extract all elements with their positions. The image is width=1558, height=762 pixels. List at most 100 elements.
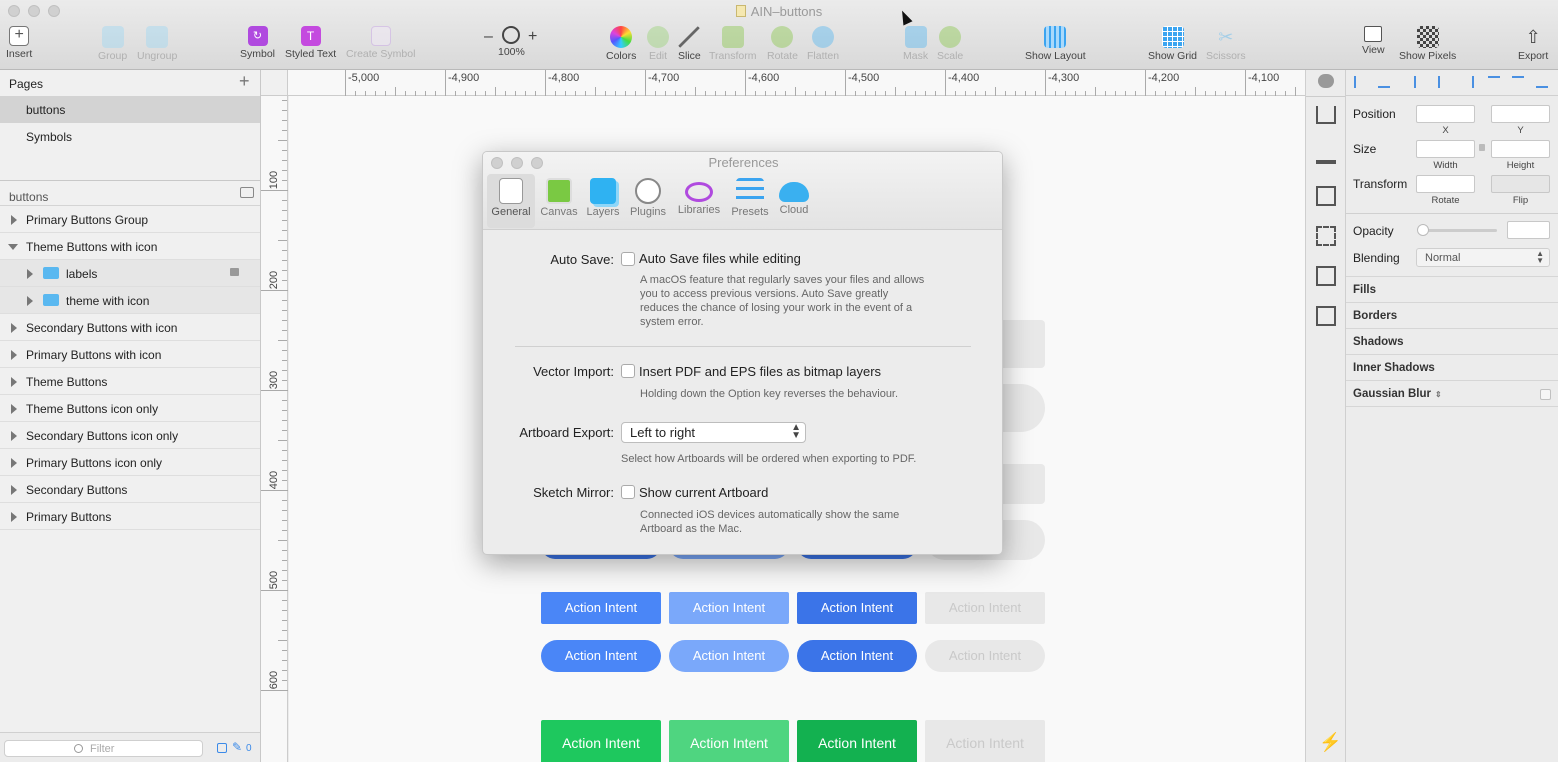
flatten-button[interactable]: Flatten xyxy=(807,26,839,62)
disclosure-triangle-open-icon[interactable] xyxy=(8,244,18,250)
layer-theme-with-icon[interactable]: theme with icon xyxy=(0,287,260,314)
width-input[interactable] xyxy=(1416,140,1475,158)
sketch-mirror-option[interactable]: Show current Artboard xyxy=(639,485,768,500)
add-image-icon[interactable] xyxy=(1316,306,1336,326)
align-left-edges-icon[interactable] xyxy=(1414,76,1426,88)
print-icon[interactable] xyxy=(1316,146,1336,164)
disclosure-triangle-icon[interactable] xyxy=(11,350,17,360)
action-intent-button-hover[interactable]: Action Intent xyxy=(669,592,789,624)
layer-secondary-buttons[interactable]: Secondary Buttons xyxy=(0,476,260,503)
show-grid-button[interactable]: Show Grid xyxy=(1148,26,1197,62)
colors-button[interactable]: Colors xyxy=(606,26,636,62)
tab-presets[interactable]: Presets xyxy=(726,174,774,218)
create-symbol-button[interactable]: Create Symbol xyxy=(346,26,415,60)
align-middle-icon[interactable] xyxy=(1512,76,1524,88)
add-page-button[interactable]: + xyxy=(239,71,250,92)
page-item-buttons[interactable]: buttons xyxy=(0,96,260,123)
disclosure-triangle-icon[interactable] xyxy=(11,404,17,414)
zoom-control[interactable]: 100% xyxy=(498,26,525,58)
zoom-in-button[interactable]: + xyxy=(528,28,537,46)
constrain-lock-icon[interactable] xyxy=(1479,144,1485,151)
action-intent-green-button[interactable]: Action Intent xyxy=(541,720,661,762)
position-x-input[interactable] xyxy=(1416,105,1475,123)
height-input[interactable] xyxy=(1491,140,1550,158)
position-y-input[interactable] xyxy=(1491,105,1550,123)
artboard-export-select[interactable]: Left to right ▲ ▼ xyxy=(621,422,806,443)
symbol-button[interactable]: ↻ Symbol xyxy=(240,26,275,60)
inner-shadows-section[interactable]: Inner Shadows xyxy=(1346,354,1558,380)
view-button[interactable]: View xyxy=(1362,26,1385,56)
auto-save-checkbox[interactable] xyxy=(621,252,635,266)
layer-theme-buttons[interactable]: Theme Buttons xyxy=(0,368,260,395)
show-pixels-button[interactable]: Show Pixels xyxy=(1399,26,1456,62)
distribute-icon[interactable] xyxy=(1378,76,1390,88)
align-bottom-icon[interactable] xyxy=(1536,76,1548,88)
layer-primary-buttons-with-icon[interactable]: Primary Buttons with icon xyxy=(0,341,260,368)
share-upload-icon[interactable] xyxy=(1316,106,1336,124)
copy-icon[interactable] xyxy=(217,743,227,753)
edit-button[interactable]: Edit xyxy=(647,26,669,62)
blending-select[interactable]: Normal ▲ ▼ xyxy=(1416,248,1550,267)
action-intent-button[interactable]: Action Intent xyxy=(541,592,661,624)
shadows-section[interactable]: Shadows xyxy=(1346,328,1558,354)
lightning-icon[interactable]: ⚡ xyxy=(1319,732,1341,753)
ungroup-button[interactable]: Ungroup xyxy=(137,26,177,62)
filter-input[interactable]: Filter xyxy=(4,740,203,757)
vector-import-checkbox[interactable] xyxy=(621,364,635,378)
layer-labels[interactable]: labels xyxy=(0,260,260,287)
tab-layers[interactable]: Layers xyxy=(579,174,627,218)
flip-buttons[interactable] xyxy=(1491,175,1550,193)
tab-cloud[interactable]: Cloud xyxy=(770,174,818,216)
gaussian-blur-section[interactable]: Gaussian Blur ⇕ xyxy=(1346,380,1558,407)
collapse-layers-icon[interactable] xyxy=(240,187,254,198)
action-intent-green-button-hover[interactable]: Action Intent xyxy=(669,720,789,762)
layer-secondary-buttons-with-icon[interactable]: Secondary Buttons with icon xyxy=(0,314,260,341)
action-intent-rounded-button-active[interactable]: Action Intent xyxy=(797,640,917,672)
action-intent-rounded-button[interactable]: Action Intent xyxy=(541,640,661,672)
layer-theme-buttons-with-icon[interactable]: Theme Buttons with icon xyxy=(0,233,260,260)
page-item-symbols[interactable]: Symbols xyxy=(0,123,260,150)
opacity-slider-knob[interactable] xyxy=(1417,224,1429,236)
tab-libraries[interactable]: Libraries xyxy=(675,174,723,216)
show-layout-button[interactable]: Show Layout xyxy=(1025,26,1086,62)
text-block-icon[interactable] xyxy=(1316,186,1336,206)
action-intent-green-button-active[interactable]: Action Intent xyxy=(797,720,917,762)
export-button[interactable]: ⇧ Export xyxy=(1518,26,1548,62)
layer-secondary-buttons-icon-only[interactable]: Secondary Buttons icon only xyxy=(0,422,260,449)
action-intent-rounded-button-hover[interactable]: Action Intent xyxy=(669,640,789,672)
styled-text-button[interactable]: T Styled Text xyxy=(285,26,336,60)
inspector-toggle-icon[interactable] xyxy=(1318,74,1334,88)
disclosure-triangle-icon[interactable] xyxy=(11,458,17,468)
tab-general[interactable]: General xyxy=(487,174,535,228)
auto-save-option[interactable]: Auto Save files while editing xyxy=(639,251,801,266)
fills-section[interactable]: Fills xyxy=(1346,276,1558,302)
sketch-mirror-checkbox[interactable] xyxy=(621,485,635,499)
align-center-icon[interactable] xyxy=(1438,76,1450,88)
crop-image-icon[interactable] xyxy=(1316,266,1336,286)
transform-button[interactable]: Transform xyxy=(709,26,756,62)
slice-button[interactable]: Slice xyxy=(678,26,701,62)
layer-primary-buttons-group[interactable]: Primary Buttons Group xyxy=(0,206,260,233)
disclosure-triangle-icon[interactable] xyxy=(11,512,17,522)
zoom-out-button[interactable]: – xyxy=(484,28,493,46)
opacity-input[interactable] xyxy=(1507,221,1550,239)
vector-import-option[interactable]: Insert PDF and EPS files as bitmap layer… xyxy=(639,364,881,379)
align-left-icon[interactable] xyxy=(1354,76,1366,88)
disclosure-triangle-icon[interactable] xyxy=(11,215,17,225)
disclosure-triangle-icon[interactable] xyxy=(11,485,17,495)
disclosure-triangle-icon[interactable] xyxy=(11,323,17,333)
action-intent-green-button-disabled[interactable]: Action Intent xyxy=(925,720,1045,762)
disclosure-triangle-icon[interactable] xyxy=(27,269,33,279)
tab-canvas[interactable]: Canvas xyxy=(535,174,583,218)
pencil-icon[interactable]: ✎ xyxy=(232,740,242,754)
disclosure-triangle-icon[interactable] xyxy=(11,377,17,387)
select-area-icon[interactable] xyxy=(1316,226,1336,246)
action-intent-button-active[interactable]: Action Intent xyxy=(797,592,917,624)
group-button[interactable]: Group xyxy=(98,26,127,62)
action-intent-rounded-button-disabled[interactable]: Action Intent xyxy=(925,640,1045,672)
insert-button[interactable]: + Insert xyxy=(6,26,32,60)
layer-primary-buttons-icon-only[interactable]: Primary Buttons icon only xyxy=(0,449,260,476)
disclosure-triangle-icon[interactable] xyxy=(27,296,33,306)
layer-primary-buttons[interactable]: Primary Buttons xyxy=(0,503,260,530)
opacity-slider[interactable] xyxy=(1421,229,1497,232)
